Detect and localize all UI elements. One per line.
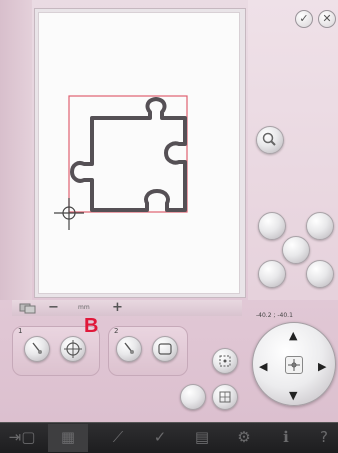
file-icon[interactable]: ▤: [190, 428, 214, 446]
needle-icon: [124, 342, 134, 354]
edit-mode-tab[interactable]: ▦: [48, 424, 88, 452]
zoom-out-button[interactable]: −: [48, 300, 59, 315]
settings-icon[interactable]: ⚙: [232, 428, 256, 446]
hoop-center-button[interactable]: [60, 336, 86, 362]
puzzle-design[interactable]: [52, 92, 202, 232]
checkmark-icon[interactable]: ✓: [295, 10, 313, 28]
zoom-bar: [12, 300, 242, 316]
hoop-icon: [158, 343, 172, 355]
stitch-icon[interactable]: ⟋: [106, 428, 130, 446]
hoop-edit-icon: ▦: [60, 428, 76, 446]
zoom-to-fit-button[interactable]: [256, 126, 284, 154]
needle-icon: [32, 342, 42, 354]
layers-icon[interactable]: [18, 302, 38, 314]
left-strip: [0, 0, 32, 300]
move-down-right-button[interactable]: [306, 260, 334, 288]
pan-icon: [64, 340, 82, 358]
embroidery-mode-icon[interactable]: ⇥▢: [4, 428, 40, 446]
move-up-left-button[interactable]: [258, 212, 286, 240]
coordinates-readout: -40.2 ; -40.1: [256, 312, 293, 319]
grid-button[interactable]: [212, 384, 238, 410]
park-hoop-button[interactable]: [152, 336, 178, 362]
move-icon: [288, 359, 300, 371]
grid-icon: [219, 391, 231, 403]
selection-frame: [68, 95, 188, 213]
needle-position-button[interactable]: [24, 336, 50, 362]
group-number: 1: [18, 327, 23, 335]
park-needle-button[interactable]: [116, 336, 142, 362]
trace-icon: [219, 355, 231, 367]
round-button-left[interactable]: [180, 384, 206, 410]
checkmark-tool-icon[interactable]: ✓: [148, 428, 172, 446]
zoom-level: mm: [78, 304, 90, 311]
arrow-down-icon[interactable]: ▼: [289, 390, 297, 401]
help-icon[interactable]: ?: [312, 428, 336, 446]
group-number: 2: [114, 327, 119, 335]
callout-marker-b: B: [84, 315, 99, 337]
magnifier-icon: [262, 132, 276, 146]
close-icon[interactable]: ✕: [318, 10, 336, 28]
arrow-left-icon[interactable]: ◀: [259, 361, 267, 372]
dpad-center-button[interactable]: [285, 356, 303, 374]
arrow-right-icon[interactable]: ▶: [318, 361, 326, 372]
zoom-in-button[interactable]: +: [112, 300, 123, 315]
info-icon[interactable]: ℹ: [274, 428, 298, 446]
move-down-left-button[interactable]: [258, 260, 286, 288]
arrow-up-icon[interactable]: ▲: [289, 330, 297, 341]
move-up-right-button[interactable]: [306, 212, 334, 240]
move-center-button[interactable]: [282, 236, 310, 264]
puzzle-outline: [70, 97, 187, 212]
crosshair-icon: [54, 198, 84, 230]
trace-design-button[interactable]: [212, 348, 238, 374]
